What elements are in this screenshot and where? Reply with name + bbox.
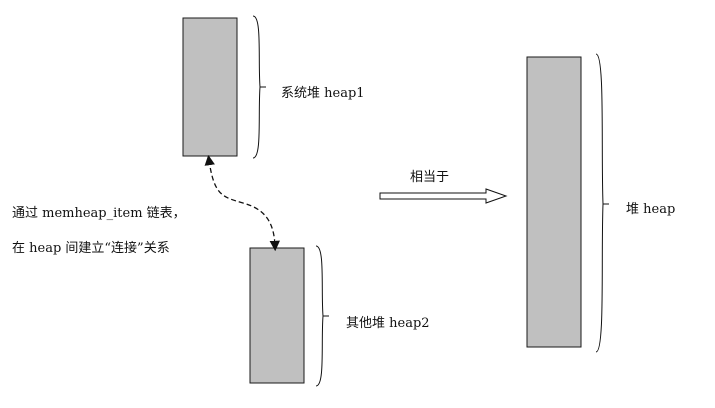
equivalence-arrow	[379, 188, 508, 204]
heap1-block	[182, 17, 238, 157]
memheap-diagram: 系统堆 heap1 其他堆 heap2 通过 memheap_item 链表， …	[12, 15, 675, 387]
heap-total-label: 堆 heap	[626, 202, 675, 217]
equivalence-label: 相当于	[410, 170, 449, 185]
heap1-label: 系统堆 heap1	[281, 86, 365, 101]
heap-total-brace	[595, 53, 609, 353]
note-line1: 通过 memheap_item 链表，	[12, 206, 186, 221]
link-arrow	[204, 154, 280, 252]
heap1-brace	[252, 15, 266, 159]
heap2-label: 其他堆 heap2	[346, 316, 430, 331]
heap2-block	[249, 247, 305, 384]
heap2-brace	[315, 245, 329, 387]
note-line2: 在 heap 间建立“连接”关系	[12, 240, 170, 256]
heap-total-block	[526, 56, 582, 348]
